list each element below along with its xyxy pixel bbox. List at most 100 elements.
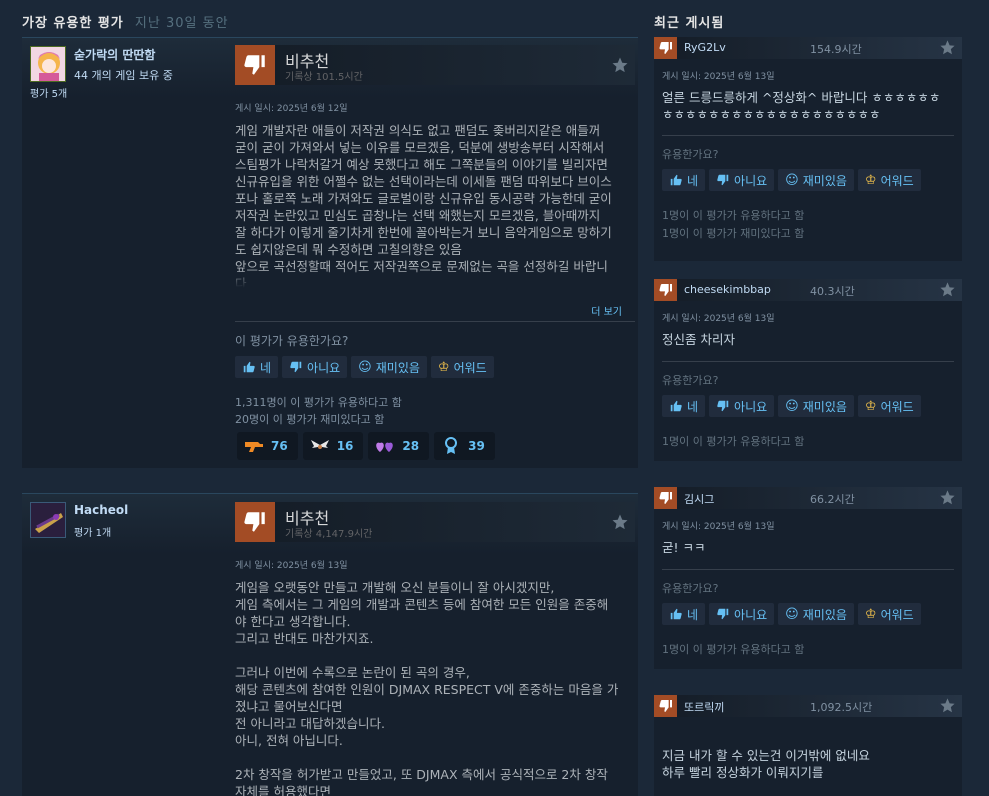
award-button[interactable]: ♔ 어워드 [857,603,921,625]
helpful-question: 유용한가요? [662,148,719,161]
vote-yes-button[interactable]: 네 [235,356,279,378]
award-button[interactable]: ♔ 어워드 [857,395,921,417]
recent-review-card: 또르릭끼 1,092.5시간 지금 내가 할 수 있는건 이거밖에 없네요 하루… [654,695,962,796]
vote-funny-button[interactable]: ☺ 재미있음 [351,356,427,378]
vote-no-button[interactable]: 아니요 [709,169,775,191]
games-owned[interactable]: 44 개의 게임 보유 중 [74,67,173,83]
smile-icon: ☺ [785,172,799,188]
recent-review-header[interactable]: cheesekimbbap 40.3시간 [654,279,962,301]
recent-review-header[interactable]: 김시그 66.2시간 [654,487,962,509]
thumbs-down-icon [717,608,729,620]
author-name[interactable]: 숟가락의 딴딴함 [74,46,155,63]
helpful-count: 1,311명이 이 평가가 유용하다고 함 [235,396,402,409]
recent-posted-title: 최근 게시됨 [654,16,725,31]
vote-header[interactable]: 비추천 기록상 4,147.9시간 [235,502,635,542]
vote-no-button[interactable]: 아니요 [709,395,775,417]
award-icon: ♔ [864,398,877,414]
review-text: 게임 개발자란 애들이 저작권 의식도 없고 팬덤도 좆버리지같은 애들꺼 굳이… [235,123,612,288]
award-button[interactable]: ♔ 어워드 [430,356,494,378]
thumbs-up-icon [243,361,255,373]
review-count[interactable]: 평가 5개 [30,85,67,100]
recent-author-name[interactable]: 또르릭끼 [684,699,724,715]
recent-review-card: 김시그 66.2시간 게시 일시: 2025년 6월 13일 굳! ㅋㅋ 유용한… [654,487,962,669]
thumbs-down-icon [654,487,677,509]
vote-no-button[interactable]: 아니요 [709,603,775,625]
thumbs-down-icon [717,400,729,412]
helpful-count: 1명이 이 평가가 유용하다고 함 [662,643,805,656]
vote-header[interactable]: 비추천 기록상 101.5시간 [235,45,635,85]
helpful-count: 1명이 이 평가가 유용하다고 함 [662,209,805,222]
review-card: Hacheol 평가 1개 비추천 기록상 4,147.9시간 게시 일시: 2… [22,493,638,796]
awards-row: 76 16 28 39 [237,432,495,460]
vote-yes-button[interactable]: 네 [662,395,706,417]
posted-date: 게시 일시: 2025년 6월 13일 [235,561,348,571]
author-name[interactable]: Hacheol [74,503,128,517]
helpful-question: 유용한가요? [662,582,719,595]
vote-funny-button[interactable]: ☺ 재미있음 [778,395,854,417]
award-badge[interactable]: 28 [368,432,430,460]
star-icon[interactable] [611,56,629,74]
helpful-question: 유용한가요? [662,374,719,387]
smile-icon: ☺ [358,359,372,375]
review-count[interactable]: 평가 1개 [74,524,111,539]
thumbs-up-icon [670,174,682,186]
thumbs-down-icon [654,695,677,717]
review-text: 얼른 드릉드릉하게 ^정상화^ 바랍니다 ㅎㅎㅎㅎㅎㅎ ㅎㅎㅎㅎㅎㅎㅎㅎㅎㅎㅎㅎ… [662,90,941,122]
recent-review-header[interactable]: 또르릭끼 1,092.5시간 [654,695,962,717]
avatar[interactable] [30,46,66,82]
review-text: 지금 내가 할 수 있는건 이거밖에 없네요 하루 빨리 정상화가 이뤄지기를 [662,748,870,780]
star-icon[interactable] [611,513,629,531]
thumbs-down-icon [235,45,275,85]
award-button[interactable]: ♔ 어워드 [857,169,921,191]
posted-date: 게시 일시: 2025년 6월 13일 [662,72,775,82]
award-icon: ♔ [437,359,450,375]
pistol-award-icon [243,437,265,455]
read-more-link[interactable]: 더 보기 [591,303,622,318]
vote-buttons: 네 아니요 ☺ 재미있음 ♔ 어워드 [662,603,921,625]
posted-date: 게시 일시: 2025년 6월 13일 [662,522,775,532]
smile-icon: ☺ [785,606,799,622]
vote-yes-button[interactable]: 네 [662,603,706,625]
star-icon[interactable] [939,489,956,506]
playtime: 기록상 4,147.9시간 [285,529,373,540]
most-helpful-title: 가장 유용한 평가 [22,16,124,31]
recent-review-header[interactable]: RyG2Lv 154.9시간 [654,37,962,59]
funny-count: 20명이 이 평가가 재미있다고 함 [235,413,385,426]
wings-award-icon [309,437,331,455]
recent-review-card: RyG2Lv 154.9시간 게시 일시: 2025년 6월 13일 얼른 드릉… [654,37,962,261]
recent-playtime: 40.3시간 [810,285,855,298]
funny-count: 1명이 이 평가가 재미있다고 함 [662,227,805,240]
most-helpful-period: 지난 30일 동안 [134,16,229,31]
award-badge[interactable]: 16 [302,432,364,460]
thumbs-down-icon [654,279,677,301]
posted-date: 게시 일시: 2025년 6월 12일 [235,104,348,114]
award-icon: ♔ [864,172,877,188]
vote-yes-button[interactable]: 네 [662,169,706,191]
helpful-question: 이 평가가 유용한가요? [235,334,349,348]
recent-author-name[interactable]: 김시그 [684,491,714,507]
star-icon[interactable] [939,39,956,56]
recent-playtime: 1,092.5시간 [810,701,873,714]
vote-buttons: 네 아니요 ☺ 재미있음 ♔ 어워드 [662,169,921,191]
medal-award-icon [440,437,462,455]
avatar[interactable] [30,502,66,538]
review-text: 굳! ㅋㅋ [662,540,706,555]
recent-author-name[interactable]: cheesekimbbap [684,283,771,296]
star-icon[interactable] [939,697,956,714]
award-badge[interactable]: 39 [434,432,495,460]
award-badge[interactable]: 76 [237,432,298,460]
review-text: 정신좀 차리자 [662,332,735,347]
vote-funny-button[interactable]: ☺ 재미있음 [778,603,854,625]
award-icon: ♔ [864,606,877,622]
star-icon[interactable] [939,281,956,298]
helpful-count: 1명이 이 평가가 유용하다고 함 [662,435,805,448]
review-card: 숟가락의 딴딴함 44 개의 게임 보유 중 평가 5개 비추천 기록상 101… [22,37,638,468]
playtime: 기록상 101.5시간 [285,72,363,83]
recent-author-name[interactable]: RyG2Lv [684,41,726,54]
thumbs-down-icon [290,361,302,373]
vote-funny-button[interactable]: ☺ 재미있음 [778,169,854,191]
vote-buttons: 네 아니요 ☺ 재미있음 ♔ 어워드 [662,395,921,417]
vote-no-button[interactable]: 아니요 [282,356,348,378]
most-helpful-header: 가장 유용한 평가 지난 30일 동안 [22,12,229,31]
thumbs-up-icon [670,400,682,412]
